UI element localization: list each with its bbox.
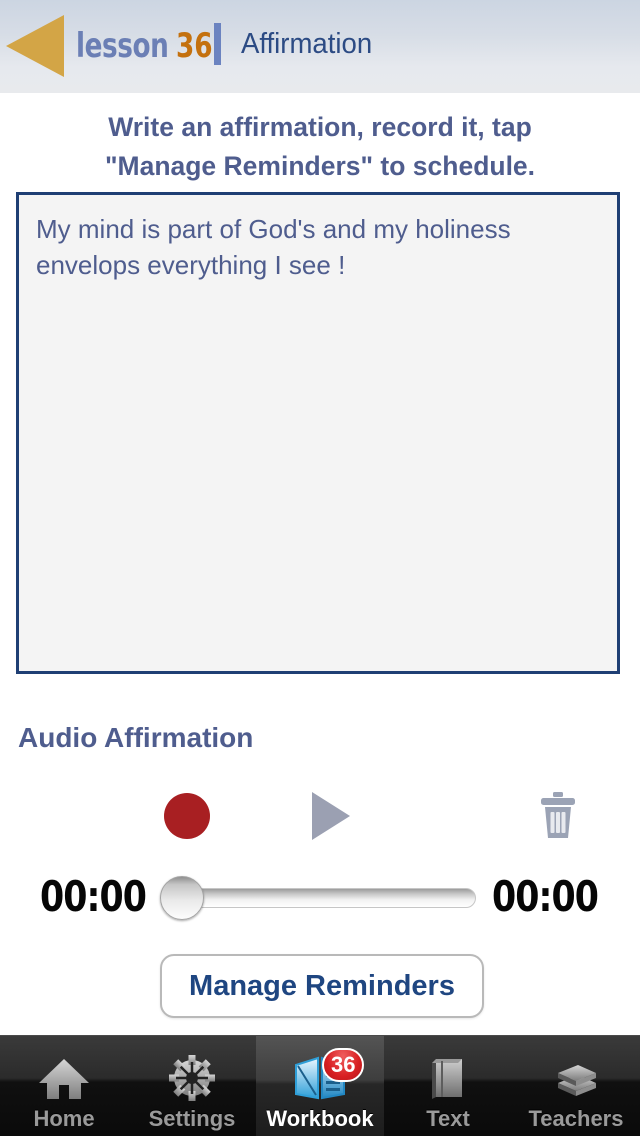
workbook-badge: 36 — [322, 1048, 365, 1082]
tab-bar: Home Settings 36 Workbook Text Teachers — [0, 1035, 640, 1136]
gear-icon — [164, 1053, 220, 1103]
tab-teachers[interactable]: Teachers — [512, 1036, 640, 1136]
instructions-line-1: Write an affirmation, record it, tap — [108, 112, 532, 142]
page-title: Affirmation — [241, 28, 373, 60]
open-book-icon: 36 — [292, 1048, 365, 1103]
slider-thumb[interactable] — [160, 876, 204, 920]
stacked-books-icon — [548, 1053, 604, 1103]
audio-scrubber-slider[interactable] — [160, 872, 478, 924]
tab-label-settings: Settings — [148, 1106, 236, 1131]
lesson-word-label: lesson — [76, 26, 169, 66]
header-divider — [214, 23, 221, 65]
instructions-text: Write an affirmation, record it, tap "Ma… — [0, 108, 640, 186]
app-screen: lesson 36 Affirmation Write an affirmati… — [0, 0, 640, 1136]
affirmation-textarea[interactable] — [16, 192, 620, 674]
back-triangle-icon[interactable] — [6, 15, 64, 77]
tab-workbook[interactable]: 36 Workbook — [256, 1036, 384, 1136]
instructions-line-2: "Manage Reminders" to schedule. — [104, 151, 536, 181]
tab-label-home: Home — [33, 1106, 95, 1131]
record-circle-icon[interactable] — [164, 793, 210, 839]
tab-label-workbook: Workbook — [266, 1106, 374, 1131]
slider-track[interactable] — [180, 888, 476, 908]
total-time-label: 00:00 — [492, 872, 599, 921]
tab-label-teachers: Teachers — [528, 1106, 624, 1131]
tab-settings[interactable]: Settings — [128, 1036, 256, 1136]
trash-icon[interactable] — [538, 792, 578, 840]
book-icon — [420, 1053, 476, 1103]
tab-text[interactable]: Text — [384, 1036, 512, 1136]
tab-home[interactable]: Home — [0, 1036, 128, 1136]
app-header: lesson 36 Affirmation — [0, 0, 640, 93]
manage-reminders-button[interactable]: Manage Reminders — [160, 954, 484, 1018]
tab-label-text: Text — [426, 1106, 470, 1131]
audio-affirmation-heading: Audio Affirmation — [18, 722, 254, 753]
lesson-number-label: 36 — [176, 26, 213, 66]
play-triangle-icon[interactable] — [312, 792, 350, 840]
home-icon — [36, 1053, 92, 1103]
elapsed-time-label: 00:00 — [40, 872, 147, 921]
